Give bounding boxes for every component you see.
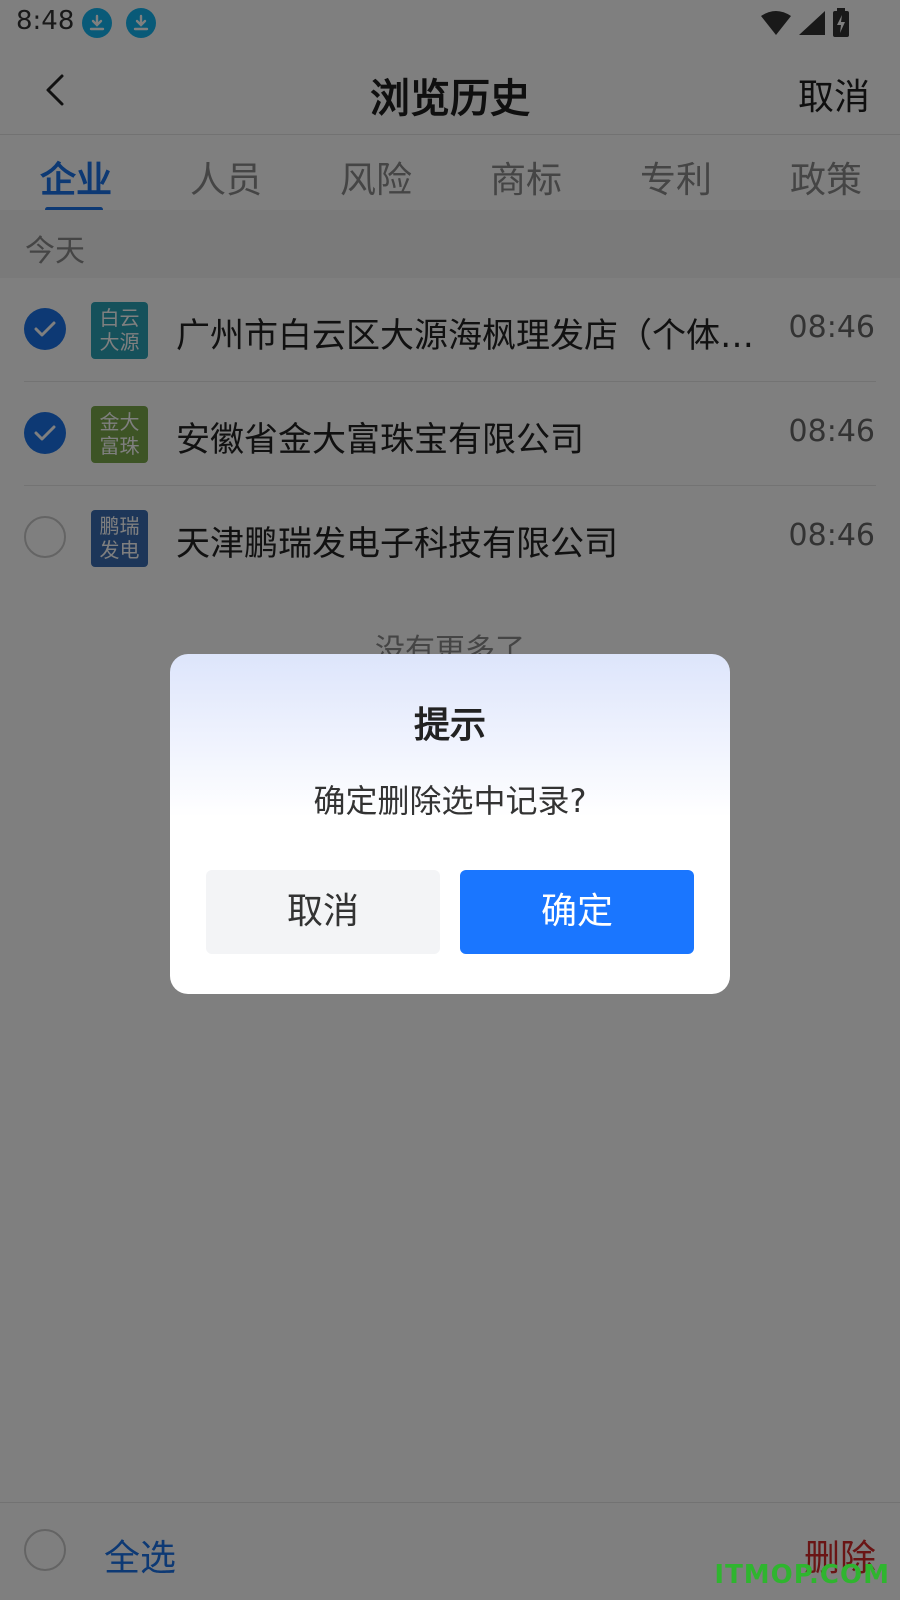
dialog-title: 提示 [413,705,486,746]
dialog-message: 确定删除选中记录? [313,782,587,820]
dialog-confirm-button[interactable]: 确定 [460,870,694,954]
browse-history-screen: 8:48 浏览历史 取消 企业 人员 风险 商标 专利 政策 今天 [0,0,900,1600]
confirm-dialog: 提示 确定删除选中记录? 取消 确定 [170,654,730,994]
dialog-cancel-button[interactable]: 取消 [206,870,440,954]
watermark: ITMOP.COM [714,1560,890,1590]
